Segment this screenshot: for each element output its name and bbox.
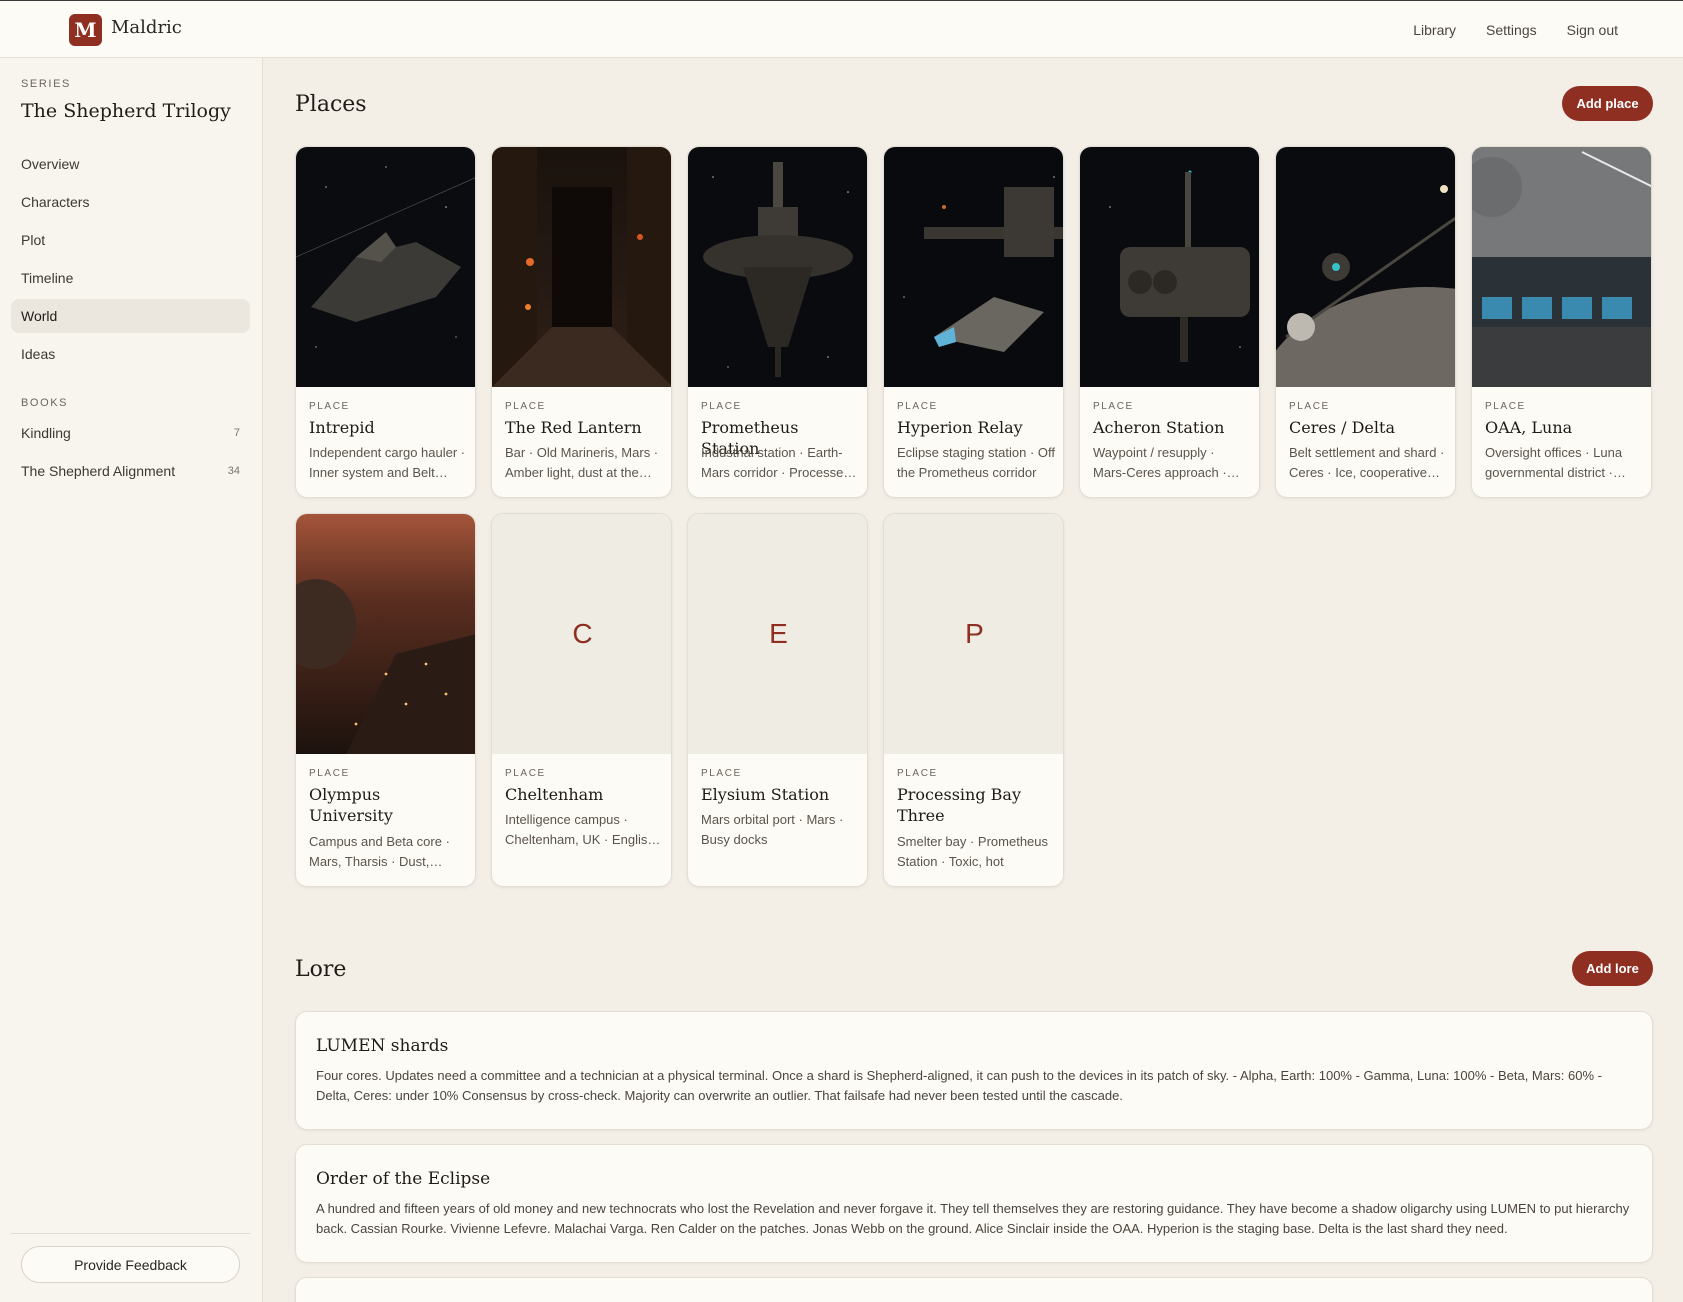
card-description: Smelter bay · Prometheus Station · Toxic… xyxy=(897,834,1049,869)
place-card[interactable]: P PLACE Processing Bay Three Smelter bay… xyxy=(883,513,1064,887)
card-kind-label: PLACE xyxy=(505,401,546,412)
main-content: Places Add place PLACE Intrepid Independ… xyxy=(264,58,1683,1302)
top-bar: M Maldric Library Settings Sign out xyxy=(0,0,1683,58)
place-image-prometheus-station xyxy=(688,147,867,387)
card-kind-label: PLACE xyxy=(897,768,938,779)
sidebar-item-plot[interactable]: Plot xyxy=(11,223,250,257)
card-title: OAA, Luna xyxy=(1485,418,1573,437)
lore-entry[interactable] xyxy=(295,1277,1653,1302)
sidebar-item-characters[interactable]: Characters xyxy=(11,185,250,219)
card-description: Waypoint / resupply · Mars-Ceres approac… xyxy=(1093,445,1227,480)
place-card[interactable]: PLACE Ceres / Delta Belt settlement and … xyxy=(1275,146,1456,498)
place-image-intrepid xyxy=(296,147,475,387)
sidebar-book-shepherd-alignment[interactable]: The Shepherd Alignment 34 xyxy=(11,454,250,488)
place-placeholder-image: P xyxy=(884,514,1063,754)
place-card[interactable]: PLACE Acheron Station Waypoint / resuppl… xyxy=(1079,146,1260,498)
sidebar-item-timeline[interactable]: Timeline xyxy=(11,261,250,295)
card-kind-label: PLACE xyxy=(897,401,938,412)
place-placeholder-image: E xyxy=(688,514,867,754)
place-image-olympus-university xyxy=(296,514,475,754)
card-title: The Red Lantern xyxy=(505,418,642,437)
card-kind-label: PLACE xyxy=(701,768,742,779)
card-title: Hyperion Relay xyxy=(897,418,1023,437)
card-title: Ceres / Delta xyxy=(1289,418,1395,437)
series-title: The Shepherd Trilogy xyxy=(21,100,231,122)
lore-entry[interactable]: LUMEN shards Four cores. Updates need a … xyxy=(295,1011,1653,1130)
place-image-acheron-station xyxy=(1080,147,1259,387)
top-nav: Library Settings Sign out xyxy=(1413,1,1618,59)
nav-settings-link[interactable]: Settings xyxy=(1486,22,1537,38)
card-description: Industrial station · Earth-Mars corridor… xyxy=(701,445,851,480)
place-card[interactable]: PLACE Intrepid Independent cargo hauler … xyxy=(295,146,476,498)
card-kind-label: PLACE xyxy=(1093,401,1134,412)
book-title: Kindling xyxy=(21,425,71,441)
place-card[interactable]: C PLACE Cheltenham Intelligence campus ·… xyxy=(491,513,672,887)
sidebar-item-ideas[interactable]: Ideas xyxy=(11,337,250,371)
place-image-hyperion-relay xyxy=(884,147,1063,387)
place-card[interactable]: PLACE Hyperion Relay Eclipse staging sta… xyxy=(883,146,1064,498)
sidebar: SERIES The Shepherd Trilogy Overview Cha… xyxy=(0,58,263,1302)
sidebar-item-world[interactable]: World xyxy=(11,299,250,333)
place-image-oaa-luna xyxy=(1472,147,1651,387)
book-title: The Shepherd Alignment xyxy=(21,463,176,479)
card-kind-label: PLACE xyxy=(309,401,350,412)
lore-entry-body: A hundred and fifteen years of old money… xyxy=(316,1201,1630,1236)
lore-entry-body: Four cores. Updates need a committee and… xyxy=(316,1068,1602,1103)
card-description: Oversight offices · Luna governmental di… xyxy=(1485,445,1623,480)
lore-entry-title: Order of the Eclipse xyxy=(316,1169,491,1189)
sidebar-item-overview[interactable]: Overview xyxy=(11,147,250,181)
nav-sign-out-link[interactable]: Sign out xyxy=(1567,22,1618,38)
place-image-ceres-delta xyxy=(1276,147,1455,387)
place-card[interactable]: PLACE OAA, Luna Oversight offices · Luna… xyxy=(1471,146,1652,498)
sidebar-book-kindling[interactable]: Kindling 7 xyxy=(11,416,250,450)
card-title: Olympus University xyxy=(309,785,393,825)
card-description: Campus and Beta core · Mars, Tharsis · D… xyxy=(309,834,450,869)
book-chapter-count: 34 xyxy=(227,465,240,477)
place-image-red-lantern xyxy=(492,147,671,387)
place-placeholder-image: C xyxy=(492,514,671,754)
card-kind-label: PLACE xyxy=(1485,401,1526,412)
place-card[interactable]: PLACE Olympus University Campus and Beta… xyxy=(295,513,476,887)
place-card[interactable]: PLACE The Red Lantern Bar · Old Marineri… xyxy=(491,146,672,498)
card-description: Belt settlement and shard · Ceres · Ice,… xyxy=(1289,445,1445,480)
card-description: Bar · Old Marineris, Mars · Amber light,… xyxy=(505,445,659,480)
book-chapter-count: 7 xyxy=(233,427,240,439)
sidebar-divider xyxy=(11,1233,250,1234)
place-card[interactable]: E PLACE Elysium Station Mars orbital por… xyxy=(687,513,868,887)
app-name[interactable]: Maldric xyxy=(111,17,182,38)
card-kind-label: PLACE xyxy=(505,768,546,779)
card-kind-label: PLACE xyxy=(701,401,742,412)
books-label: BOOKS xyxy=(21,397,69,409)
card-title: Cheltenham xyxy=(505,785,604,804)
add-place-button[interactable]: Add place xyxy=(1562,86,1653,121)
card-description: Intelligence campus · Cheltenham, UK · E… xyxy=(505,812,655,847)
card-description: Mars orbital port · Mars · Busy docks xyxy=(701,812,844,847)
card-kind-label: PLACE xyxy=(1289,401,1330,412)
place-card[interactable]: PLACE Prometheus Station Industrial stat… xyxy=(687,146,868,498)
nav-library-link[interactable]: Library xyxy=(1413,22,1456,38)
provide-feedback-button[interactable]: Provide Feedback xyxy=(21,1246,240,1283)
card-description: Independent cargo hauler · Inner system … xyxy=(309,445,466,480)
card-title: Elysium Station xyxy=(701,785,830,804)
add-lore-button[interactable]: Add lore xyxy=(1572,951,1653,986)
card-kind-label: PLACE xyxy=(309,768,350,779)
logo-letter: M xyxy=(74,18,97,42)
card-description: Eclipse staging station · Off the Promet… xyxy=(897,445,1055,480)
lore-entry-title: LUMEN shards xyxy=(316,1036,449,1056)
card-title: Intrepid xyxy=(309,418,375,437)
card-title: Processing Bay Three xyxy=(897,785,1021,825)
app-logo[interactable]: M xyxy=(69,14,102,46)
series-label: SERIES xyxy=(21,78,71,90)
lore-entry[interactable]: Order of the Eclipse A hundred and fifte… xyxy=(295,1144,1653,1263)
card-title: Acheron Station xyxy=(1093,418,1225,437)
lore-heading: Lore xyxy=(295,957,347,982)
places-heading: Places xyxy=(295,92,367,117)
